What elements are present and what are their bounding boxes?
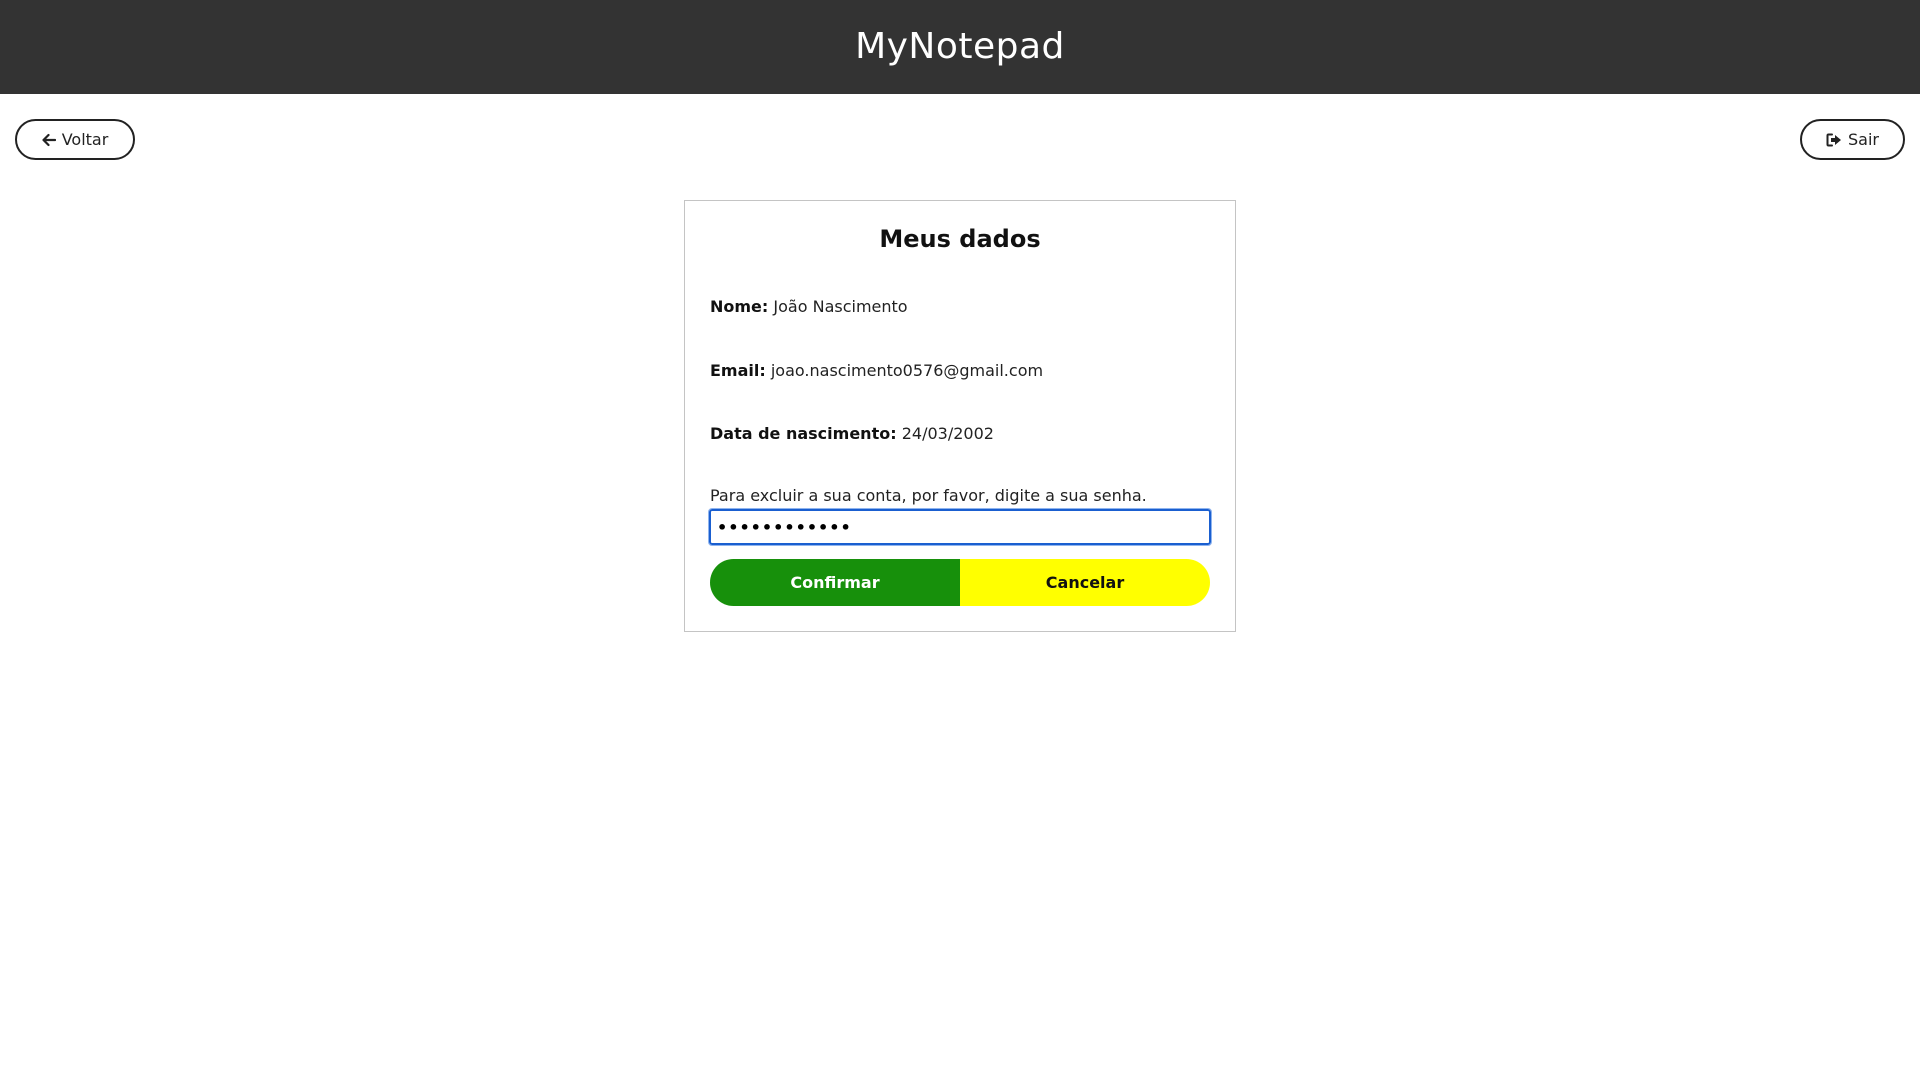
name-value: João Nascimento	[773, 297, 908, 316]
email-label: Email:	[710, 361, 766, 380]
email-value: joao.nascimento0576@gmail.com	[770, 361, 1044, 380]
confirm-button[interactable]: Confirmar	[710, 559, 960, 606]
delete-account-instruction: Para excluir a sua conta, por favor, dig…	[710, 486, 1147, 505]
back-button-label: Voltar	[61, 130, 109, 149]
arrow-left-icon	[42, 133, 56, 147]
logout-button-label: Sair	[1848, 130, 1879, 149]
card-title: Meus dados	[879, 225, 1041, 253]
password-input[interactable]	[708, 508, 1212, 546]
name-row: Nome: João Nascimento	[710, 297, 908, 316]
sign-out-icon	[1826, 133, 1842, 147]
top-header: MyNotepad	[0, 0, 1920, 94]
back-button[interactable]: Voltar	[15, 119, 135, 160]
birthdate-row: Data de nascimento: 24/03/2002	[710, 424, 994, 443]
birthdate-label: Data de nascimento:	[710, 424, 897, 443]
app-title: MyNotepad	[855, 25, 1065, 67]
name-label: Nome:	[710, 297, 769, 316]
profile-card: Meus dados Nome: João Nascimento Email: …	[684, 200, 1236, 632]
birthdate-value: 24/03/2002	[901, 424, 994, 443]
cancel-button[interactable]: Cancelar	[960, 559, 1210, 606]
logout-button[interactable]: Sair	[1800, 119, 1905, 160]
action-buttons: Confirmar Cancelar	[710, 559, 1210, 606]
email-row: Email: joao.nascimento0576@gmail.com	[710, 361, 1043, 380]
